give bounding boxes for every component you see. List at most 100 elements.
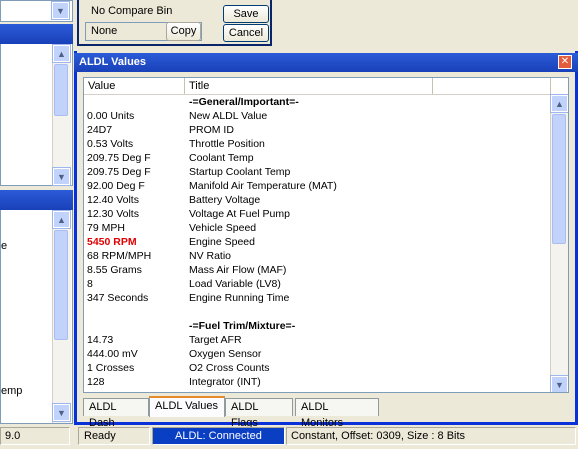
section-header-row[interactable]: -=Fuel Trim/Mixture=-: [84, 319, 568, 333]
compare-none-field: None Copy: [85, 22, 202, 41]
cell-title: Mass Air Flow (MAF): [189, 264, 287, 276]
cell-title: Startup Coolant Temp: [189, 166, 291, 178]
cell-value: [84, 305, 185, 319]
left-panel-header-1: [0, 24, 73, 44]
table-row[interactable]: 14.73 Target AFR: [84, 333, 568, 347]
cell-title: Vehicle Speed: [189, 222, 257, 234]
cell-title: -=Fuel Trim/Mixture=-: [189, 320, 296, 332]
cell-title: Coolant Temp: [189, 152, 254, 164]
table-row[interactable]: 12.40 Volts Battery Voltage: [84, 193, 568, 207]
table-row[interactable]: 209.75 Deg F Coolant Temp: [84, 151, 568, 165]
tab-aldl-monitors[interactable]: ALDL Monitors: [295, 398, 379, 429]
cell-value: 8.55 Grams: [87, 264, 142, 276]
table-row[interactable]: 12.30 Volts Voltage At Fuel Pump: [84, 207, 568, 221]
tab-strip: ALDL Dash ALDL Values ALDL Flags ALDL Mo…: [83, 396, 569, 429]
table-row[interactable]: 347 Seconds Engine Running Time: [84, 291, 568, 305]
cell-value: 0.00 Units: [87, 110, 135, 122]
cell-value: 128: [87, 376, 105, 388]
tab-aldl-values[interactable]: ALDL Values: [149, 396, 225, 417]
cell-title: Engine Running Time: [189, 292, 290, 304]
scroll-thumb[interactable]: [54, 230, 68, 340]
cell-value: [84, 319, 185, 333]
cell-title: Battery Voltage: [189, 194, 261, 206]
cell-title: [185, 305, 485, 319]
status-info: Constant, Offset: 0309, Size : 8 Bits: [286, 427, 576, 445]
cell-value: 8: [87, 278, 93, 290]
aldl-values-window: ALDL Values ✕ Value Title -=General/Impo…: [74, 51, 578, 429]
cell-title: New ALDL Value: [189, 110, 268, 122]
table-row[interactable]: 128 Integrator (INT): [84, 375, 568, 389]
table-row[interactable]: [84, 305, 568, 319]
status-left: 9.0: [0, 427, 70, 445]
save-button[interactable]: Save: [223, 5, 269, 23]
status-connection: ALDL: Connected: [152, 427, 285, 445]
cell-value: 209.75 Deg F: [87, 152, 151, 164]
table-row[interactable]: 1 Crosses O2 Cross Counts: [84, 361, 568, 375]
cell-value: 24D7: [87, 124, 113, 136]
column-header-title[interactable]: Title: [185, 78, 433, 94]
cell-value: 92.00 Deg F: [87, 180, 145, 192]
cell-title: Engine Speed: [189, 236, 255, 248]
column-header-empty[interactable]: [433, 78, 551, 94]
grid-header: Value Title: [84, 78, 568, 95]
close-icon[interactable]: ✕: [558, 55, 572, 69]
cell-title: Voltage At Fuel Pump: [189, 208, 290, 220]
cell-title: Oxygen Sensor: [189, 348, 262, 360]
scroll-down-icon[interactable]: ▼: [51, 1, 70, 20]
scroll-down-icon[interactable]: ▼: [52, 167, 71, 186]
table-row[interactable]: 92.00 Deg F Manifold Air Temperature (MAT…: [84, 179, 568, 193]
table-row[interactable]: 24D7 PROM ID: [84, 123, 568, 137]
grid-rows: -=General/Important=- 0.00 Units New ALDL …: [84, 95, 568, 389]
compare-panel: No Compare Bin None Copy Save Cancel: [77, 0, 272, 46]
cell-value: 12.30 Volts: [87, 208, 139, 220]
column-header-value[interactable]: Value: [84, 78, 185, 94]
section-header-row[interactable]: -=General/Important=-: [84, 95, 568, 109]
left-panel-text-1: e: [1, 240, 8, 252]
scroll-up-icon[interactable]: ▲: [52, 210, 71, 229]
scroll-up-icon[interactable]: ▲: [550, 94, 568, 113]
status-bar: 9.0 Ready ALDL: Connected Constant, Offs…: [0, 427, 578, 449]
no-compare-label: No Compare Bin: [91, 5, 173, 17]
cancel-button[interactable]: Cancel: [223, 24, 269, 42]
table-row[interactable]: 444.00 mV Oxygen Sensor: [84, 347, 568, 361]
copy-button[interactable]: Copy: [166, 22, 201, 41]
cell-value: 12.40 Volts: [87, 194, 139, 206]
table-row[interactable]: 68 RPM/MPH NV Ratio: [84, 249, 568, 263]
cell-value: 1 Crosses: [87, 362, 135, 374]
table-row[interactable]: 8 Load Variable (LV8): [84, 277, 568, 291]
scroll-down-icon[interactable]: ▼: [550, 375, 568, 392]
cell-title: NV Ratio: [189, 250, 232, 262]
close-label: ✕: [560, 56, 570, 67]
cell-title: Throttle Position: [189, 138, 265, 150]
table-row[interactable]: 79 MPH Vehicle Speed: [84, 221, 568, 235]
scroll-thumb[interactable]: [552, 114, 566, 244]
cell-value: 68 RPM/MPH: [87, 250, 152, 262]
cell-title: -=General/Important=-: [189, 96, 299, 108]
aldl-window-title: ALDL Values: [79, 56, 147, 68]
left-panel-header-2: [0, 190, 73, 210]
scroll-down-icon[interactable]: ▼: [52, 403, 71, 422]
cell-title: PROM ID: [189, 124, 234, 136]
scroll-thumb[interactable]: [54, 64, 68, 116]
table-row[interactable]: 209.75 Deg F Startup Coolant Temp: [84, 165, 568, 179]
cell-value: 5450 RPM: [87, 236, 137, 248]
scroll-up-icon[interactable]: ▲: [52, 44, 71, 63]
table-row[interactable]: 0.53 Volts Throttle Position: [84, 137, 568, 151]
cell-value: 347 Seconds: [87, 292, 149, 304]
tab-aldl-flags[interactable]: ALDL Flags: [225, 398, 293, 429]
cell-value: 0.53 Volts: [87, 138, 134, 150]
cell-value: 444.00 mV: [87, 348, 138, 360]
cell-value: [84, 95, 185, 109]
cell-value: 79 MPH: [87, 222, 125, 234]
cell-value: 209.75 Deg F: [87, 166, 151, 178]
status-ready: Ready: [78, 427, 150, 445]
left-panel-text-2: emp: [1, 385, 23, 397]
table-row[interactable]: 0.00 Units New ALDL Value: [84, 109, 568, 123]
aldl-values-grid: Value Title -=General/Important=- 0.00 Un…: [83, 77, 569, 393]
tab-aldl-dash[interactable]: ALDL Dash: [83, 398, 149, 429]
compare-none-value: None: [91, 25, 118, 37]
cell-title: Target AFR: [189, 334, 242, 346]
cell-title: Integrator (INT): [189, 376, 261, 388]
table-row[interactable]: 5450 RPM Engine Speed: [84, 235, 568, 249]
table-row[interactable]: 8.55 Grams Mass Air Flow (MAF): [84, 263, 568, 277]
